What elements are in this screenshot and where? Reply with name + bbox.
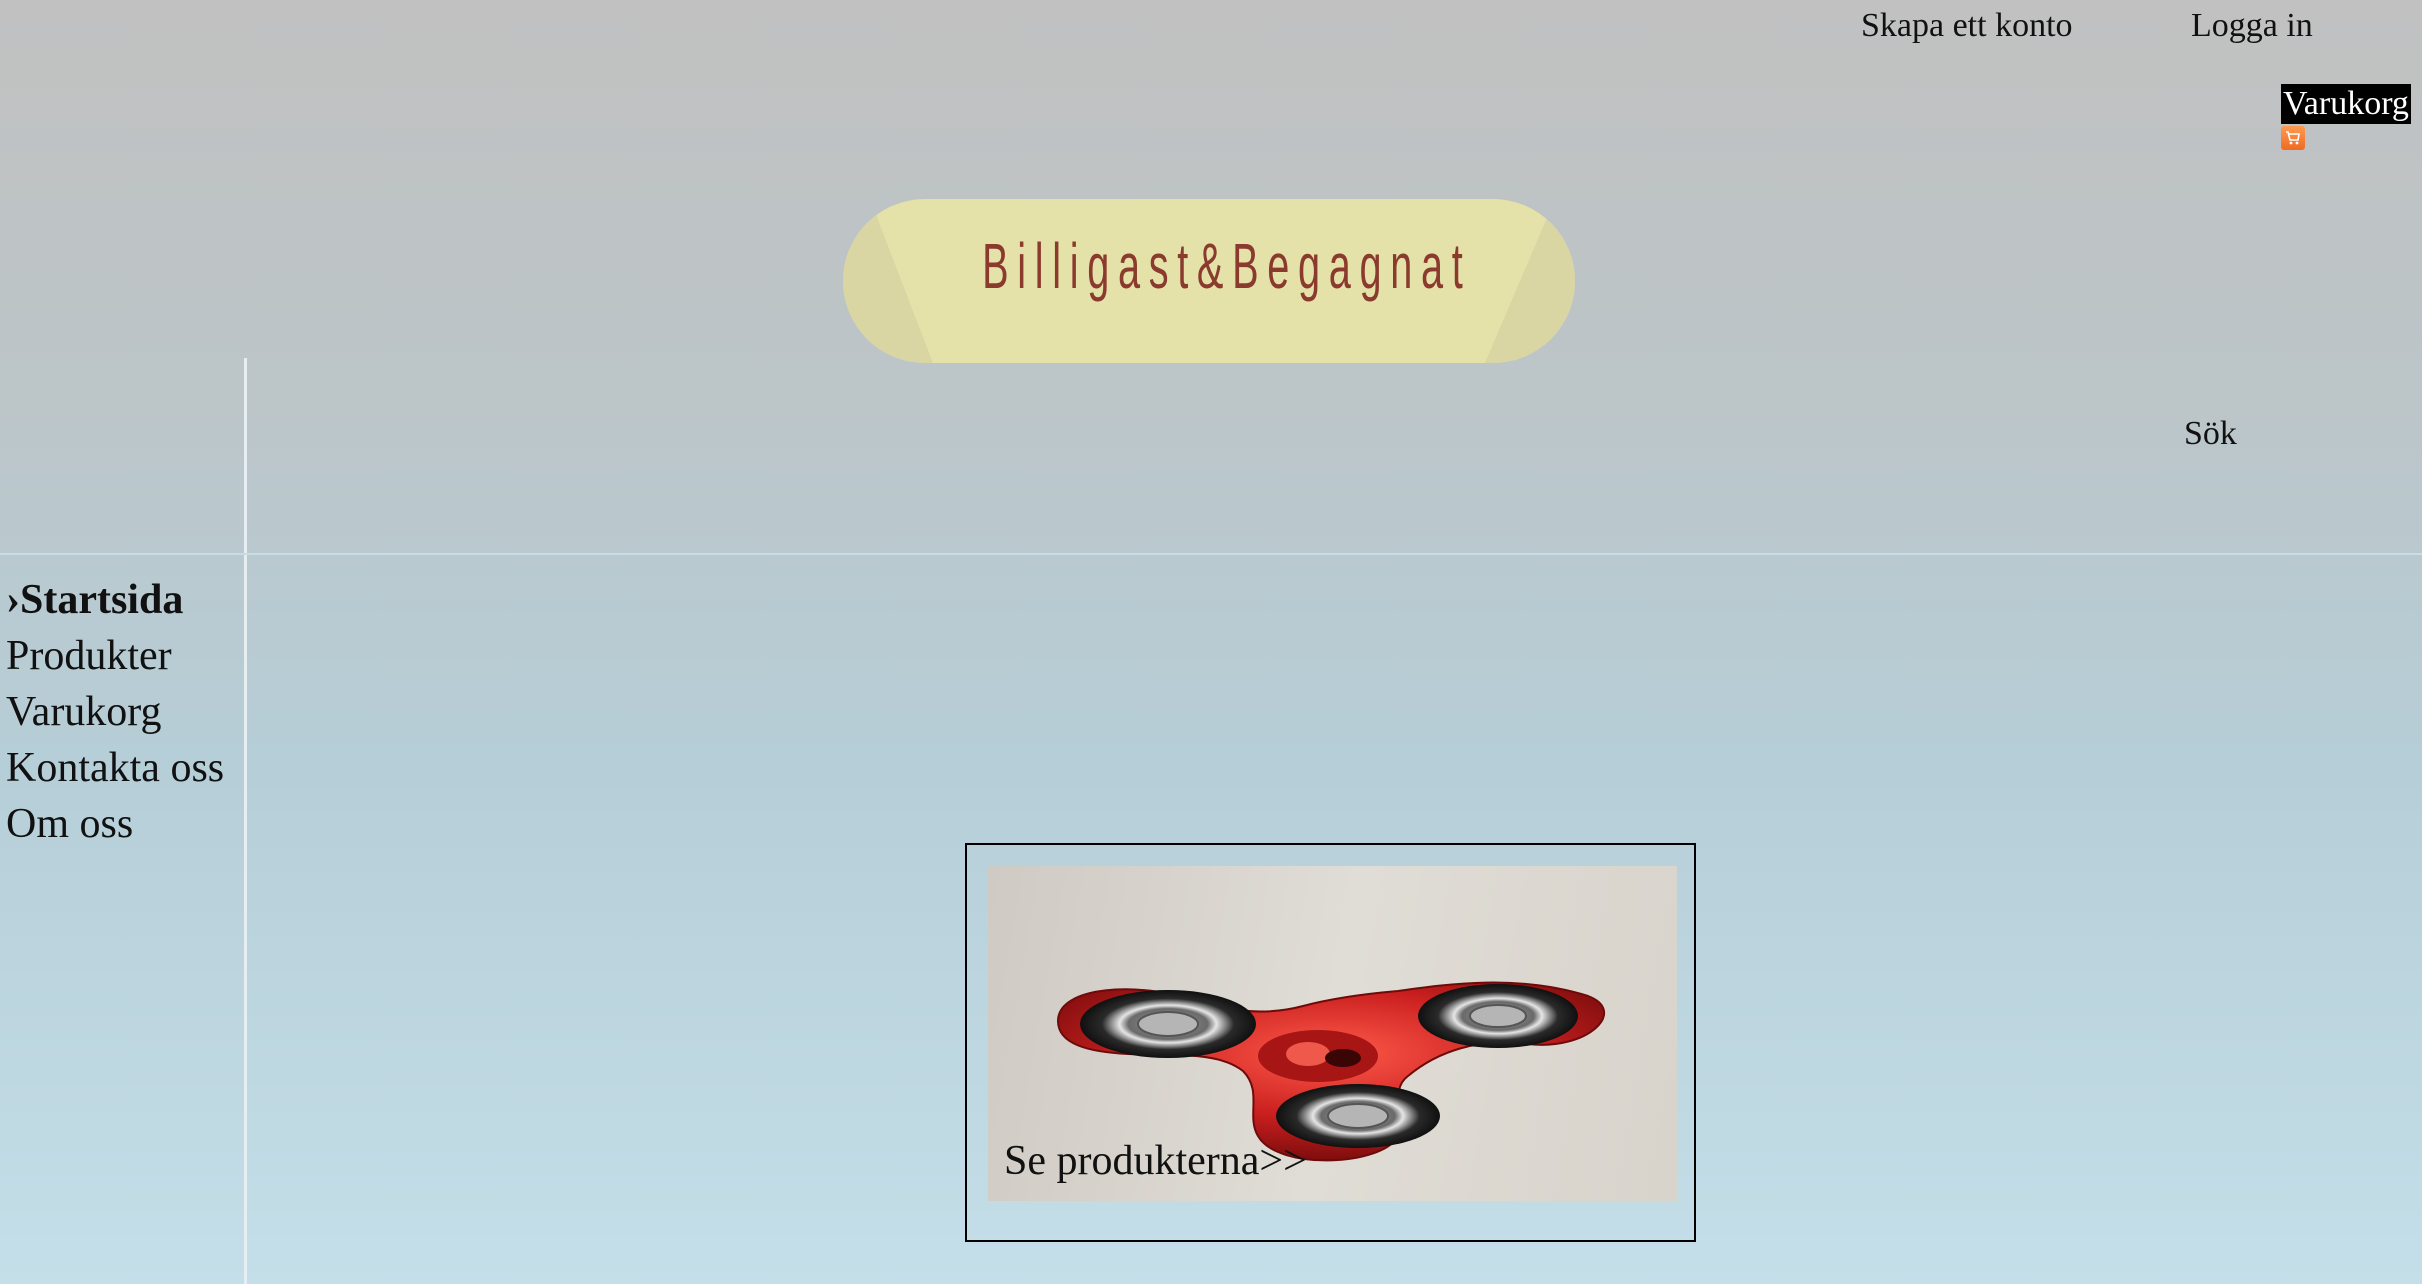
create-account-link[interactable]: Skapa ett konto — [1861, 4, 2073, 48]
promo-caption[interactable]: Se produkterna>> — [1004, 1136, 1307, 1186]
cart-widget[interactable]: Varukorg — [2281, 84, 2421, 150]
cart-label[interactable]: Varukorg — [2281, 84, 2411, 124]
sidebar-nav: ›Startsida Produkter Varukorg Kontakta o… — [6, 572, 242, 852]
sidebar-item-produkter[interactable]: Produkter — [6, 628, 242, 684]
logo-text: Billigast&Begagnat — [982, 230, 1472, 302]
site-logo[interactable]: Billigast&Begagnat — [843, 199, 1575, 363]
header-divider — [0, 553, 2422, 555]
shopping-cart-icon[interactable] — [2281, 126, 2305, 150]
sidebar-divider — [244, 358, 247, 1284]
fidget-spinner-image[interactable]: Se produkterna>> — [988, 866, 1677, 1201]
logo-shade-left — [843, 199, 933, 363]
sidebar-item-om-oss[interactable]: Om oss — [6, 796, 242, 852]
login-link[interactable]: Logga in — [2191, 4, 2313, 48]
search-link[interactable]: Sök — [2184, 412, 2237, 456]
logo-shade-right — [1485, 199, 1575, 363]
sidebar-item-kontakta-oss[interactable]: Kontakta oss — [6, 740, 242, 796]
sidebar-item-startsida[interactable]: ›Startsida — [6, 572, 242, 628]
promo-card[interactable]: Se produkterna>> — [965, 843, 1696, 1242]
sidebar-item-varukorg[interactable]: Varukorg — [6, 684, 242, 740]
top-links: Skapa ett konto Logga in — [1822, 4, 2422, 44]
